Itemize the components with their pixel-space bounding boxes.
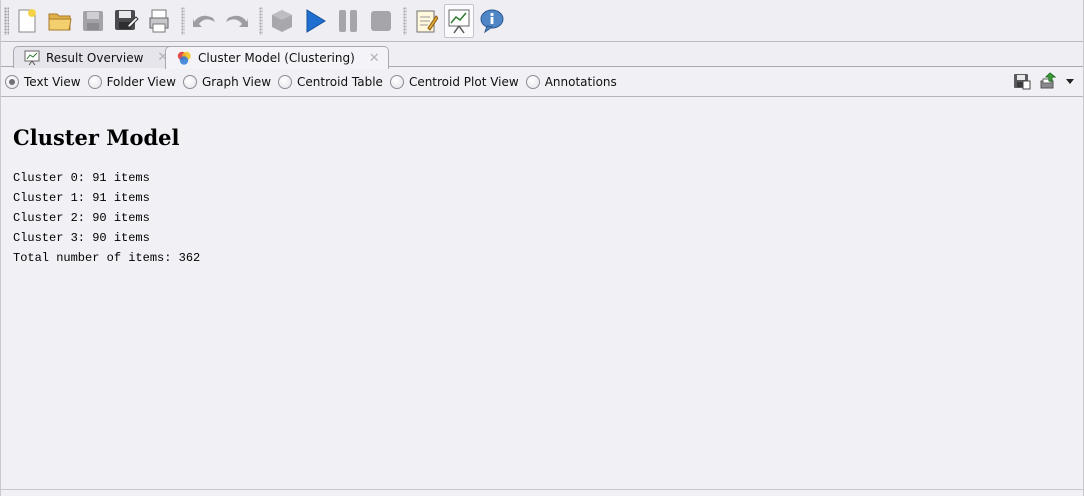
stop-button[interactable] (366, 4, 396, 38)
undo-icon (193, 15, 215, 27)
new-document-icon (18, 8, 36, 32)
save-as-button[interactable] (111, 4, 141, 38)
redo-button[interactable] (222, 4, 252, 38)
view-option-graph[interactable]: Graph View (182, 75, 272, 89)
design-notepad-icon (416, 10, 438, 32)
view-option-centroid-plot[interactable]: Centroid Plot View (389, 75, 519, 89)
view-option-centroid-table[interactable]: Centroid Table (278, 75, 383, 89)
validate-icon (272, 9, 292, 32)
view-option-label: Centroid Plot View (408, 75, 519, 89)
view-option-folder[interactable]: Folder View (87, 75, 176, 89)
toolbar-separator (259, 6, 263, 35)
tab-label: Cluster Model (Clustering) (198, 51, 355, 65)
redo-icon (226, 15, 248, 27)
cluster-line: Cluster 1: 91 items (13, 191, 150, 205)
view-switcher: Text View Folder View Graph View Centroi… (1, 68, 1083, 97)
export-icon[interactable] (1039, 72, 1057, 90)
view-option-label: Annotations (544, 75, 617, 89)
undo-button[interactable] (189, 4, 219, 38)
view-actions (1013, 72, 1075, 90)
cluster-line: Cluster 3: 90 items (13, 231, 150, 245)
tab-label: Result Overview (46, 50, 144, 65)
chevron-down-icon[interactable] (1065, 76, 1075, 86)
radio-icon[interactable] (182, 75, 197, 89)
view-option-text[interactable]: Text View (5, 75, 81, 89)
radio-selected-icon[interactable] (5, 75, 19, 89)
result-perspective-button[interactable] (444, 3, 474, 38)
toolbar-separator (403, 6, 407, 35)
view-option-label: Folder View (106, 75, 176, 89)
toolbar-grip[interactable] (4, 6, 9, 35)
view-option-label: Text View (24, 75, 81, 89)
store-in-repository-icon[interactable] (1013, 72, 1031, 90)
open-folder-icon (48, 13, 72, 30)
page-title: Cluster Model (13, 125, 180, 150)
pause-icon (339, 9, 357, 32)
cluster-model-icon (177, 51, 191, 65)
stop-icon (371, 10, 391, 31)
toolbar-separator (181, 6, 185, 35)
cluster-line: Cluster 2: 90 items (13, 211, 150, 225)
tab-result-overview[interactable]: Result Overview ✕ (13, 46, 178, 68)
play-icon (306, 8, 326, 33)
radio-icon[interactable] (389, 75, 404, 89)
result-overview-icon (24, 50, 40, 65)
info-icon (480, 9, 504, 33)
cluster-summary: Cluster 0: 91 items Cluster 1: 91 items … (13, 168, 200, 268)
welcome-perspective-button[interactable] (477, 4, 507, 38)
radio-icon[interactable] (278, 75, 293, 89)
print-icon (149, 9, 169, 32)
view-option-label: Graph View (201, 75, 272, 89)
new-process-button[interactable] (12, 4, 42, 38)
print-button[interactable] (144, 4, 174, 38)
close-icon[interactable]: ✕ (369, 51, 380, 66)
total-items-line: Total number of items: 362 (13, 251, 201, 265)
app-window: Result Overview ✕ Cluster Model (Cluster… (0, 0, 1084, 496)
result-chart-icon (448, 9, 470, 33)
design-perspective-button[interactable] (411, 4, 441, 38)
main-toolbar (1, 0, 1083, 42)
validate-button[interactable] (267, 4, 297, 38)
save-as-icon (115, 9, 139, 30)
view-option-annotations[interactable]: Annotations (525, 75, 617, 89)
result-tabbar: Result Overview ✕ Cluster Model (Cluster… (1, 43, 1083, 69)
cluster-line: Cluster 0: 91 items (13, 171, 150, 185)
save-disk-icon (83, 10, 103, 31)
tab-cluster-model[interactable]: Cluster Model (Clustering) ✕ (165, 46, 389, 69)
view-option-label: Centroid Table (297, 75, 383, 89)
text-view-panel: Cluster Model Cluster 0: 91 items Cluste… (1, 97, 1083, 490)
pause-button[interactable] (333, 4, 363, 38)
run-button[interactable] (300, 4, 330, 38)
radio-icon[interactable] (87, 75, 102, 89)
open-process-button[interactable] (45, 4, 75, 38)
radio-icon[interactable] (525, 75, 540, 89)
save-button[interactable] (78, 4, 108, 38)
